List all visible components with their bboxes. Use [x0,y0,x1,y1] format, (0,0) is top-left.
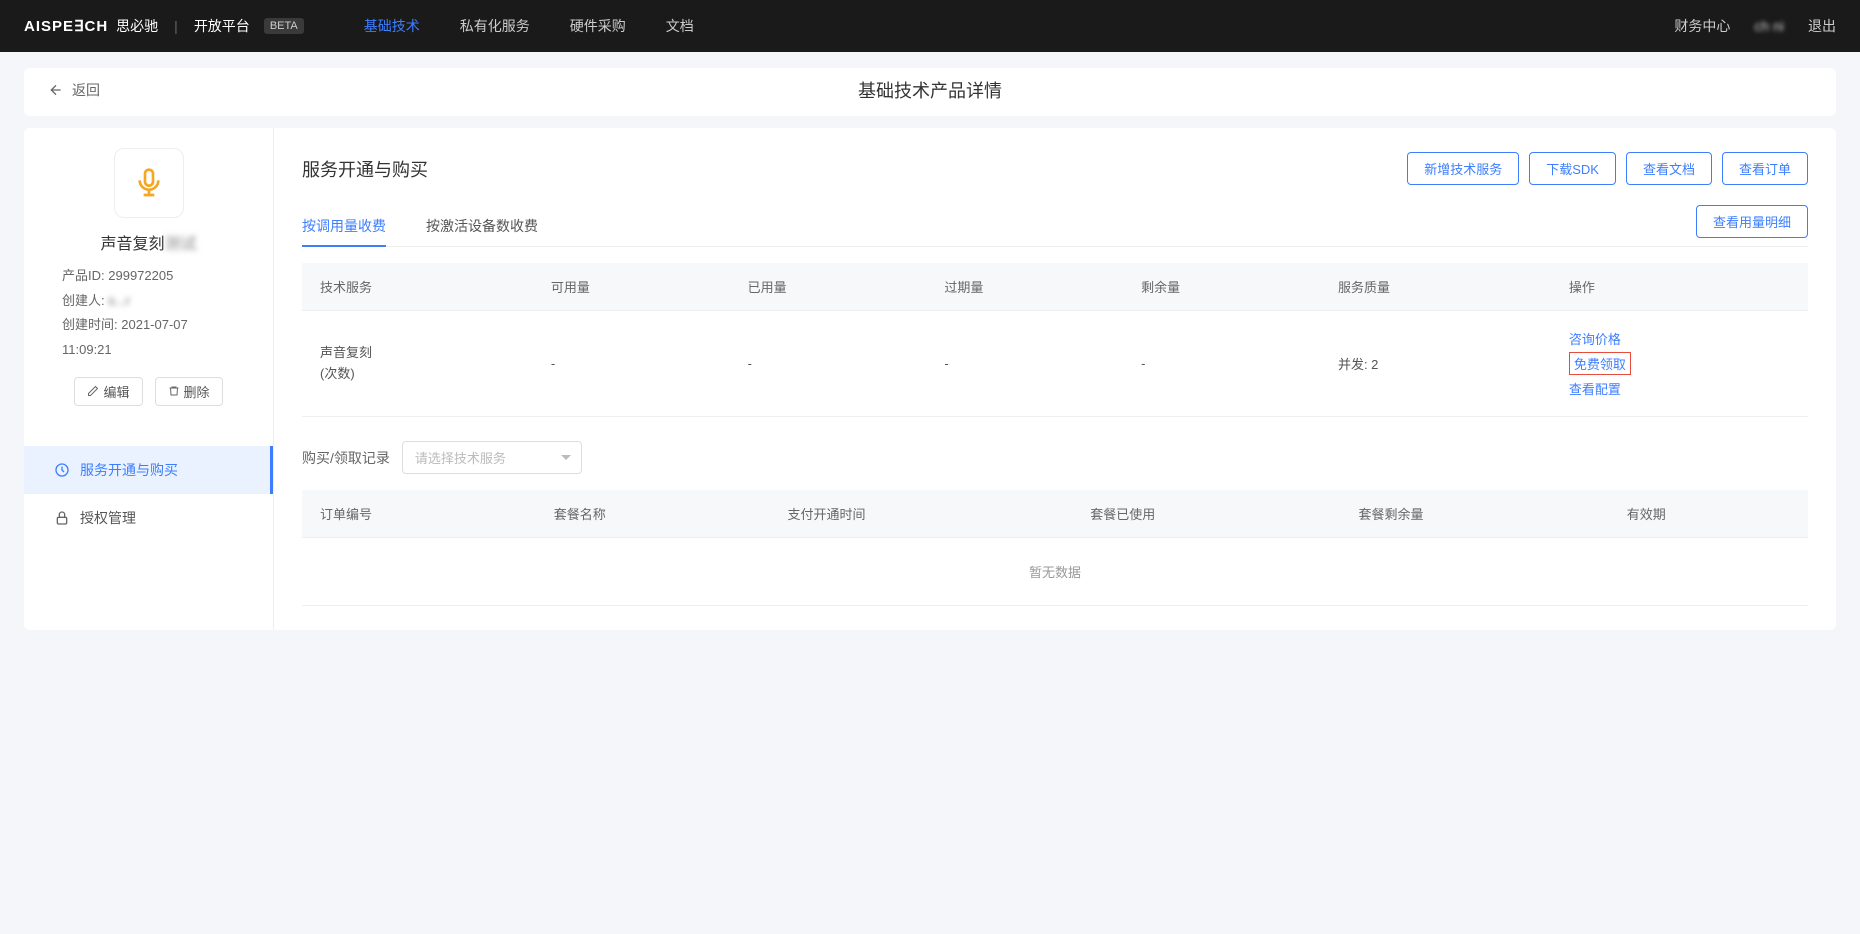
tech-service-select[interactable]: 请选择技术服务 [402,441,582,474]
main-content: 服务开通与购买 新增技术服务 下载SDK 查看文档 查看订单 按调用量收费 按激… [274,128,1836,630]
col-pkg-used: 套餐已使用 [1072,490,1340,538]
table-row: 声音复刻 (次数) - - - - 并发: 2 咨询价格 免费领取 查看配 [302,311,1808,417]
microphone-icon [133,167,165,199]
delete-label: 删除 [184,382,210,401]
sidebar-item-label: 服务开通与购买 [80,460,178,480]
tabs-row: 按调用量收费 按激活设备数收费 查看用量明细 [302,205,1808,247]
col-order: 订单编号 [302,490,536,538]
cell-expired: - [926,311,1123,417]
pencil-icon [87,385,99,397]
brand-cn: 思必驰 [116,16,158,36]
records-header: 购买/领取记录 请选择技术服务 [302,441,1808,474]
brand-platform: 开放平台 [194,16,250,36]
nav-item-private[interactable]: 私有化服务 [460,16,530,36]
arrow-left-icon [48,82,64,98]
col-valid: 有效期 [1609,490,1808,538]
tech-unit: (次数) [320,364,515,385]
side-menu: 服务开通与购买 授权管理 [24,446,273,542]
product-id-value: 299972205 [108,268,173,283]
product-actions: 编辑 删除 [48,377,249,406]
page-title: 基础技术产品详情 [858,77,1002,103]
download-sdk-button[interactable]: 下载SDK [1529,152,1616,185]
section-title: 服务开通与购买 [302,156,428,182]
nav-finance[interactable]: 财务中心 [1674,16,1730,36]
col-paytime: 支付开通时间 [769,490,1072,538]
cell-quality: 并发: 2 [1320,311,1551,417]
col-pkg-remain: 套餐剩余量 [1341,490,1609,538]
service-table: 技术服务 可用量 已用量 过期量 剩余量 服务质量 操作 声音复刻 (次数) [302,263,1808,417]
brand-separator: | [174,18,178,34]
brand-logo: AISPE∃CH [24,17,108,35]
trash-icon [168,385,180,397]
col-available: 可用量 [533,263,730,311]
product-id-label: 产品ID: [62,268,105,283]
nav-right: 财务中心 ch ni 退出 [1674,16,1836,36]
product-name: 声音复刻测试 [48,230,249,254]
page-header: 返回 基础技术产品详情 [24,68,1836,116]
add-service-button[interactable]: 新增技术服务 [1407,152,1519,185]
edit-button[interactable]: 编辑 [74,377,142,406]
nav-menu: 基础技术 私有化服务 硬件采购 文档 [364,16,694,36]
records-label: 购买/领取记录 [302,448,390,468]
edit-label: 编辑 [103,382,129,401]
action-price-link[interactable]: 咨询价格 [1569,329,1790,348]
action-free-link[interactable]: 免费领取 [1569,352,1631,375]
col-action: 操作 [1551,263,1808,311]
tabs: 按调用量收费 按激活设备数收费 [302,206,538,246]
back-label: 返回 [72,80,100,100]
top-nav: AISPE∃CH 思必驰 | 开放平台 BETA 基础技术 私有化服务 硬件采购… [0,0,1860,52]
empty-row: 暂无数据 [302,538,1808,606]
col-expired: 过期量 [926,263,1123,311]
cell-remain: - [1123,311,1320,417]
product-creator-label: 创建人: [62,293,105,308]
action-config-link[interactable]: 查看配置 [1569,379,1790,398]
tech-name: 声音复刻 [320,343,515,364]
col-remain: 剩余量 [1123,263,1320,311]
product-creator-value: s...r [108,293,130,308]
sidebar-item-auth[interactable]: 授权管理 [24,494,273,542]
col-tech: 技术服务 [302,263,533,311]
table-header-row: 技术服务 可用量 已用量 过期量 剩余量 服务质量 操作 [302,263,1808,311]
product-meta: 产品ID: 299972205 创建人: s...r 创建时间: 2021-07… [48,264,249,363]
nav-item-hardware[interactable]: 硬件采购 [570,16,626,36]
section-header: 服务开通与购买 新增技术服务 下载SDK 查看文档 查看订单 [302,152,1808,185]
gauge-icon [54,462,70,478]
product-name-prefix: 声音复刻 [100,236,164,253]
brand: AISPE∃CH 思必驰 | 开放平台 BETA [24,16,304,36]
view-docs-button[interactable]: 查看文档 [1626,152,1712,185]
header-buttons: 新增技术服务 下载SDK 查看文档 查看订单 [1407,152,1808,185]
usage-detail-button[interactable]: 查看用量明细 [1696,205,1808,238]
empty-message: 暂无数据 [302,538,1808,606]
col-pkg: 套餐名称 [536,490,770,538]
col-used: 已用量 [730,263,927,311]
cell-action: 咨询价格 免费领取 查看配置 [1551,311,1808,417]
view-orders-button[interactable]: 查看订单 [1722,152,1808,185]
sidebar-item-service[interactable]: 服务开通与购买 [24,446,273,494]
lock-icon [54,510,70,526]
back-button[interactable]: 返回 [48,80,100,100]
nav-user[interactable]: ch ni [1754,18,1784,34]
sidebar: 声音复刻测试 产品ID: 299972205 创建人: s...r 创建时间: … [24,128,274,630]
tabs-right: 查看用量明细 [1696,205,1808,246]
sidebar-item-label: 授权管理 [80,508,136,528]
product-icon [114,148,184,218]
nav-item-docs[interactable]: 文档 [666,16,694,36]
col-quality: 服务质量 [1320,263,1551,311]
tab-by-device[interactable]: 按激活设备数收费 [426,206,538,246]
cell-available: - [533,311,730,417]
records-section: 购买/领取记录 请选择技术服务 订单编号 套餐名称 支付开通时间 套餐已使用 套… [302,441,1808,606]
beta-badge: BETA [264,18,304,34]
cell-tech: 声音复刻 (次数) [302,311,533,417]
records-header-row: 订单编号 套餐名称 支付开通时间 套餐已使用 套餐剩余量 有效期 [302,490,1808,538]
records-table: 订单编号 套餐名称 支付开通时间 套餐已使用 套餐剩余量 有效期 暂无数据 [302,490,1808,606]
delete-button[interactable]: 删除 [155,377,223,406]
product-name-suffix: 测试 [165,236,197,253]
cell-used: - [730,311,927,417]
product-card: 声音复刻测试 产品ID: 299972205 创建人: s...r 创建时间: … [24,148,273,426]
nav-logout[interactable]: 退出 [1808,16,1836,36]
nav-item-basic-tech[interactable]: 基础技术 [364,16,420,36]
tab-by-call[interactable]: 按调用量收费 [302,206,386,246]
product-created-label: 创建时间: [62,317,118,332]
